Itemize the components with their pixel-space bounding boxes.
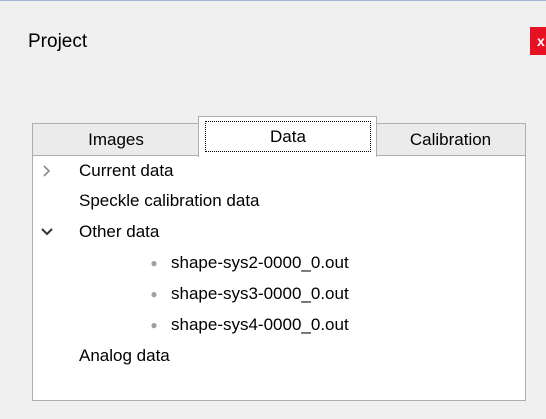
- tab-calibration-label: Calibration: [409, 130, 492, 149]
- tree-item-label: Speckle calibration data: [79, 191, 260, 210]
- tree-item-label: shape-sys4-0000_0.out: [171, 315, 349, 334]
- tree-item-shape-sys4[interactable]: ● shape-sys4-0000_0.out: [33, 310, 523, 340]
- tab-data-label: Data: [270, 127, 306, 146]
- bullet-icon: ●: [150, 287, 158, 301]
- tree-item-shape-sys2[interactable]: ● shape-sys2-0000_0.out: [33, 248, 523, 278]
- data-tree[interactable]: Current data Speckle calibration data Ot…: [32, 155, 526, 401]
- close-icon: x: [537, 33, 545, 49]
- tree-item-current-data[interactable]: Current data: [33, 156, 523, 186]
- tree-item-shape-sys3[interactable]: ● shape-sys3-0000_0.out: [33, 279, 523, 309]
- tree-item-label: shape-sys2-0000_0.out: [171, 253, 349, 272]
- bullet-icon: ●: [150, 256, 158, 270]
- chevron-down-icon[interactable]: [37, 217, 57, 247]
- tree-item-analog-data[interactable]: Analog data: [33, 341, 523, 371]
- bullet-icon: ●: [150, 318, 158, 332]
- tree-item-label: Other data: [79, 222, 160, 241]
- tree-item-label: shape-sys3-0000_0.out: [171, 284, 349, 303]
- title-bar: Project x: [0, 1, 546, 57]
- tree-item-label: Current data: [79, 161, 174, 180]
- tab-images[interactable]: Images: [32, 123, 200, 155]
- project-panel: Project x Images Data Calibration Curren…: [0, 0, 546, 419]
- tab-data-focus: Data: [205, 121, 371, 152]
- tab-images-label: Images: [88, 130, 144, 149]
- tab-data[interactable]: Data: [198, 116, 377, 157]
- tab-calibration[interactable]: Calibration: [375, 123, 526, 155]
- panel-title: Project: [28, 31, 88, 52]
- chevron-right-icon[interactable]: [37, 156, 57, 186]
- tree-item-other-data[interactable]: Other data: [33, 217, 523, 247]
- tree-item-speckle-calibration-data[interactable]: Speckle calibration data: [33, 186, 523, 216]
- tree-item-label: Analog data: [79, 346, 170, 365]
- close-button[interactable]: x: [530, 27, 546, 55]
